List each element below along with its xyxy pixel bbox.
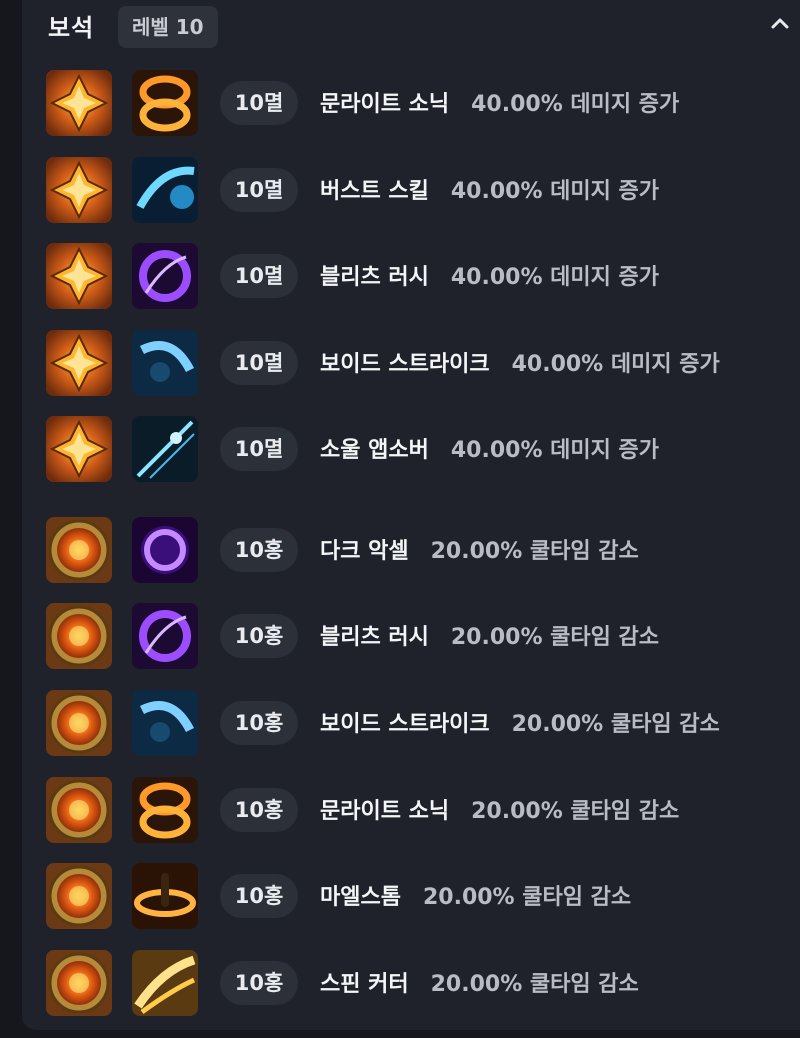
burst-skill-icon[interactable] xyxy=(132,157,198,223)
fire-gem-icon[interactable] xyxy=(46,243,112,309)
gem-row[interactable]: 10홍 다크 악셀 20.00% 쿨타임 감소 xyxy=(46,517,786,583)
gem-level-badge: 10홍 xyxy=(220,701,298,745)
section-title: 보석 xyxy=(48,14,95,42)
blitz-rush-skill-icon[interactable] xyxy=(132,603,198,669)
fire-gem-icon[interactable] xyxy=(46,416,112,482)
gem-level-badge: 10멸 xyxy=(220,341,298,385)
gem-effect: 40.00% 데미지 증가 xyxy=(450,265,660,290)
gem-row[interactable]: 10홍 보이드 스트라이크 20.00% 쿨타임 감소 xyxy=(46,690,786,756)
blitz-rush-skill-icon[interactable] xyxy=(132,243,198,309)
gem-level-badge: 10멸 xyxy=(220,168,298,212)
gem-row[interactable]: 10홍 마엘스톰 20.00% 쿨타임 감소 xyxy=(46,863,786,929)
level-badge: 레벨 10 xyxy=(118,6,218,48)
red-gem-icon[interactable] xyxy=(46,950,112,1016)
skill-name: 소울 앱소버 xyxy=(320,438,429,463)
gem-effect: 40.00% 데미지 증가 xyxy=(450,438,660,463)
skill-name: 보이드 스트라이크 xyxy=(320,352,490,377)
moonlight-sonic-skill-icon[interactable] xyxy=(132,777,198,843)
fire-gem-icon[interactable] xyxy=(46,157,112,223)
skill-name: 스핀 커터 xyxy=(320,972,409,997)
fire-gem-icon[interactable] xyxy=(46,70,112,136)
skill-name: 보이드 스트라이크 xyxy=(320,712,490,737)
void-strike-skill-icon[interactable] xyxy=(132,690,198,756)
moonlight-sonic-skill-icon[interactable] xyxy=(132,70,198,136)
gem-effect: 20.00% 쿨타임 감소 xyxy=(430,972,639,997)
gem-description: 블리츠 러시 40.00% 데미지 증가 xyxy=(320,259,659,291)
gem-description: 보이드 스트라이크 20.00% 쿨타임 감소 xyxy=(320,706,720,738)
gem-description: 보이드 스트라이크 40.00% 데미지 증가 xyxy=(320,346,720,378)
gem-row[interactable]: 10홍 스핀 커터 20.00% 쿨타임 감소 xyxy=(46,950,786,1016)
skill-name: 버스트 스킬 xyxy=(320,179,429,204)
chevron-up-icon[interactable] xyxy=(768,12,792,36)
gem-effect: 40.00% 데미지 증가 xyxy=(511,352,720,377)
gem-description: 마엘스톰 20.00% 쿨타임 감소 xyxy=(320,879,631,911)
gem-level-badge: 10홍 xyxy=(220,614,298,658)
red-gem-icon[interactable] xyxy=(46,603,112,669)
skill-name: 문라이트 소닉 xyxy=(320,799,450,824)
gem-description: 문라이트 소닉 40.00% 데미지 증가 xyxy=(320,86,679,118)
maelstrom-skill-icon[interactable] xyxy=(132,863,198,929)
gem-level-badge: 10홍 xyxy=(220,788,298,832)
soul-absorber-skill-icon[interactable] xyxy=(132,416,198,482)
red-gem-icon[interactable] xyxy=(46,863,112,929)
gem-level-badge: 10멸 xyxy=(220,427,298,471)
gem-description: 블리츠 러시 20.00% 쿨타임 감소 xyxy=(320,619,659,651)
gem-row[interactable]: 10멸 보이드 스트라이크 40.00% 데미지 증가 xyxy=(46,330,786,396)
spin-cutter-skill-icon[interactable] xyxy=(132,950,198,1016)
red-gem-icon[interactable] xyxy=(46,517,112,583)
skill-name: 마엘스톰 xyxy=(320,885,401,910)
gem-effect: 20.00% 쿨타임 감소 xyxy=(422,885,632,910)
fire-gem-icon[interactable] xyxy=(46,330,112,396)
gem-description: 버스트 스킬 40.00% 데미지 증가 xyxy=(320,173,659,205)
gem-effect: 20.00% 쿨타임 감소 xyxy=(471,799,680,824)
red-gem-icon[interactable] xyxy=(46,690,112,756)
gem-row[interactable]: 10멸 블리츠 러시 40.00% 데미지 증가 xyxy=(46,243,786,309)
skill-name: 다크 악셀 xyxy=(320,539,409,564)
void-strike-skill-icon[interactable] xyxy=(132,330,198,396)
gem-row[interactable]: 10멸 문라이트 소닉 40.00% 데미지 증가 xyxy=(46,70,786,136)
skill-name: 블리츠 러시 xyxy=(320,265,429,290)
gem-description: 스핀 커터 20.00% 쿨타임 감소 xyxy=(320,966,639,998)
gem-level-badge: 10홍 xyxy=(220,874,298,918)
gem-level-badge: 10홍 xyxy=(220,961,298,1005)
gem-level-badge: 10홍 xyxy=(220,528,298,572)
gem-row[interactable]: 10홍 블리츠 러시 20.00% 쿨타임 감소 xyxy=(46,603,786,669)
gem-description: 다크 악셀 20.00% 쿨타임 감소 xyxy=(320,533,639,565)
gem-level-badge: 10멸 xyxy=(220,254,298,298)
gem-effect: 20.00% 쿨타임 감소 xyxy=(511,712,720,737)
skill-name: 블리츠 러시 xyxy=(320,625,429,650)
gem-effect: 40.00% 데미지 증가 xyxy=(471,92,680,117)
gem-level-badge: 10멸 xyxy=(220,81,298,125)
red-gem-icon[interactable] xyxy=(46,777,112,843)
gem-effect: 40.00% 데미지 증가 xyxy=(450,179,660,204)
gem-row[interactable]: 10멸 소울 앱소버 40.00% 데미지 증가 xyxy=(46,416,786,482)
gem-row[interactable]: 10멸 버스트 스킬 40.00% 데미지 증가 xyxy=(46,157,786,223)
dark-axel-skill-icon[interactable] xyxy=(132,517,198,583)
gem-effect: 20.00% 쿨타임 감소 xyxy=(430,539,639,564)
gem-description: 문라이트 소닉 20.00% 쿨타임 감소 xyxy=(320,793,679,825)
gem-row[interactable]: 10홍 문라이트 소닉 20.00% 쿨타임 감소 xyxy=(46,777,786,843)
gem-effect: 20.00% 쿨타임 감소 xyxy=(450,625,660,650)
gem-description: 소울 앱소버 40.00% 데미지 증가 xyxy=(320,432,659,464)
gem-section-header[interactable]: 보석 레벨 10 xyxy=(22,0,800,56)
skill-name: 문라이트 소닉 xyxy=(320,92,450,117)
